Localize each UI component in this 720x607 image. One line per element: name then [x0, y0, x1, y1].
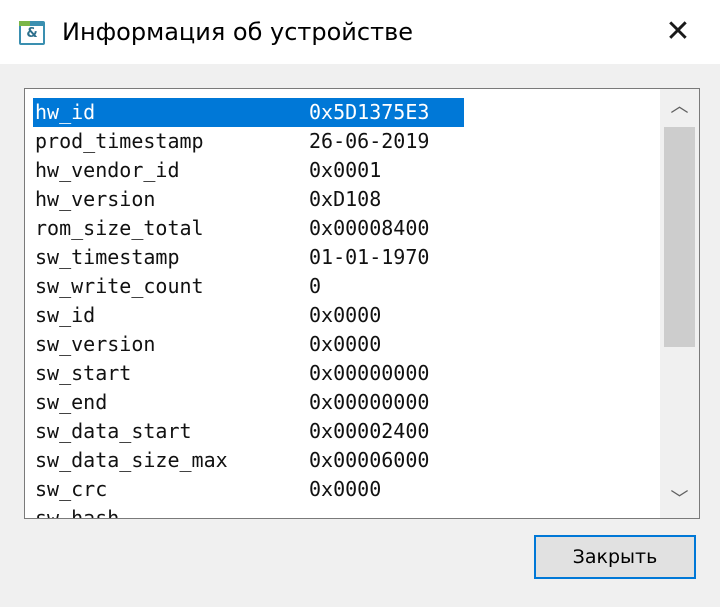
device-info-listbox[interactable]: hw_id 0x5D1375E3 prod_timestamp 26-06-2019 h…: [24, 88, 700, 519]
list-item-key: rom_size_total: [35, 216, 204, 240]
close-icon[interactable]: ✕: [656, 10, 700, 54]
list-item[interactable]: hw_vendor_id 0x0001: [33, 156, 669, 185]
list-item[interactable]: sw_end 0x00000000: [33, 388, 669, 417]
list-item[interactable]: prod_timestamp 26-06-2019: [33, 127, 669, 156]
device-info-dialog: & Информация об устройстве ✕ hw_id 0x5D13…: [0, 0, 720, 607]
list-item-key: hw_id: [35, 100, 96, 124]
list-item[interactable]: sw_timestamp 01-01-1970: [33, 243, 669, 272]
list-item-value: 26-06-2019: [309, 129, 430, 153]
list-item-value: 0: [309, 274, 322, 298]
close-button[interactable]: Закрыть: [534, 535, 696, 579]
list-item-key: sw_id: [35, 303, 96, 327]
list-item[interactable]: hw_id 0x5D1375E3: [33, 98, 669, 127]
scroll-up-arrow-icon[interactable]: ︿: [660, 89, 699, 125]
list-item-value: 0x00008400: [309, 216, 430, 240]
list-item[interactable]: sw_hash: [33, 504, 669, 519]
list-item-key: sw_crc: [35, 477, 108, 501]
list-item-value: 0x00000000: [309, 361, 430, 385]
list-item[interactable]: sw_start 0x00000000: [33, 359, 669, 388]
list-item-key: sw_timestamp: [35, 245, 180, 269]
list-item-value: 0x5D1375E3: [309, 100, 430, 124]
list-item[interactable]: sw_write_count 0: [33, 272, 669, 301]
list-item[interactable]: sw_crc 0x0000: [33, 475, 669, 504]
title-bar: & Информация об устройстве ✕: [0, 0, 720, 64]
list-item-key: sw_version: [35, 332, 156, 356]
scroll-down-arrow-icon[interactable]: ﹀: [660, 482, 699, 518]
list-item-key: hw_version: [35, 187, 156, 211]
list-item-key: sw_start: [35, 361, 132, 385]
vertical-scrollbar[interactable]: ︿ ﹀: [660, 89, 699, 518]
list-item[interactable]: rom_size_total 0x00008400: [33, 214, 669, 243]
window-title: Информация об устройстве: [62, 18, 413, 46]
list-item-value: 0x00000000: [309, 390, 430, 414]
list-item-key: sw_write_count: [35, 274, 204, 298]
list-item-key: sw_hash: [35, 506, 120, 519]
list-item-value: 0x0000: [309, 477, 382, 501]
list-item[interactable]: sw_version 0x0000: [33, 330, 669, 359]
list-item-key: sw_end: [35, 390, 108, 414]
list-item[interactable]: hw_version 0xD108: [33, 185, 669, 214]
list-item-key: hw_vendor_id: [35, 158, 180, 182]
list-item[interactable]: sw_data_size_max 0x00006000: [33, 446, 669, 475]
app-ampersand-icon: &: [19, 21, 45, 45]
list-rows: hw_id 0x5D1375E3 prod_timestamp 26-06-2019 h…: [33, 98, 669, 519]
list-item-value: 01-01-1970: [309, 245, 430, 269]
list-item-value: 0x00002400: [309, 419, 430, 443]
list-item-value: 0x0000: [309, 332, 382, 356]
list-item-value: 0x0000: [309, 303, 382, 327]
list-item-key: prod_timestamp: [35, 129, 204, 153]
list-item[interactable]: sw_data_start 0x00002400: [33, 417, 669, 446]
list-item[interactable]: sw_id 0x0000: [33, 301, 669, 330]
list-item-value: 0xD108: [309, 187, 382, 211]
list-item-key: sw_data_size_max: [35, 448, 228, 472]
list-item-value: 0x00006000: [309, 448, 430, 472]
list-item-key: sw_data_start: [35, 419, 192, 443]
list-item-value: 0x0001: [309, 158, 382, 182]
scroll-thumb[interactable]: [664, 127, 695, 347]
